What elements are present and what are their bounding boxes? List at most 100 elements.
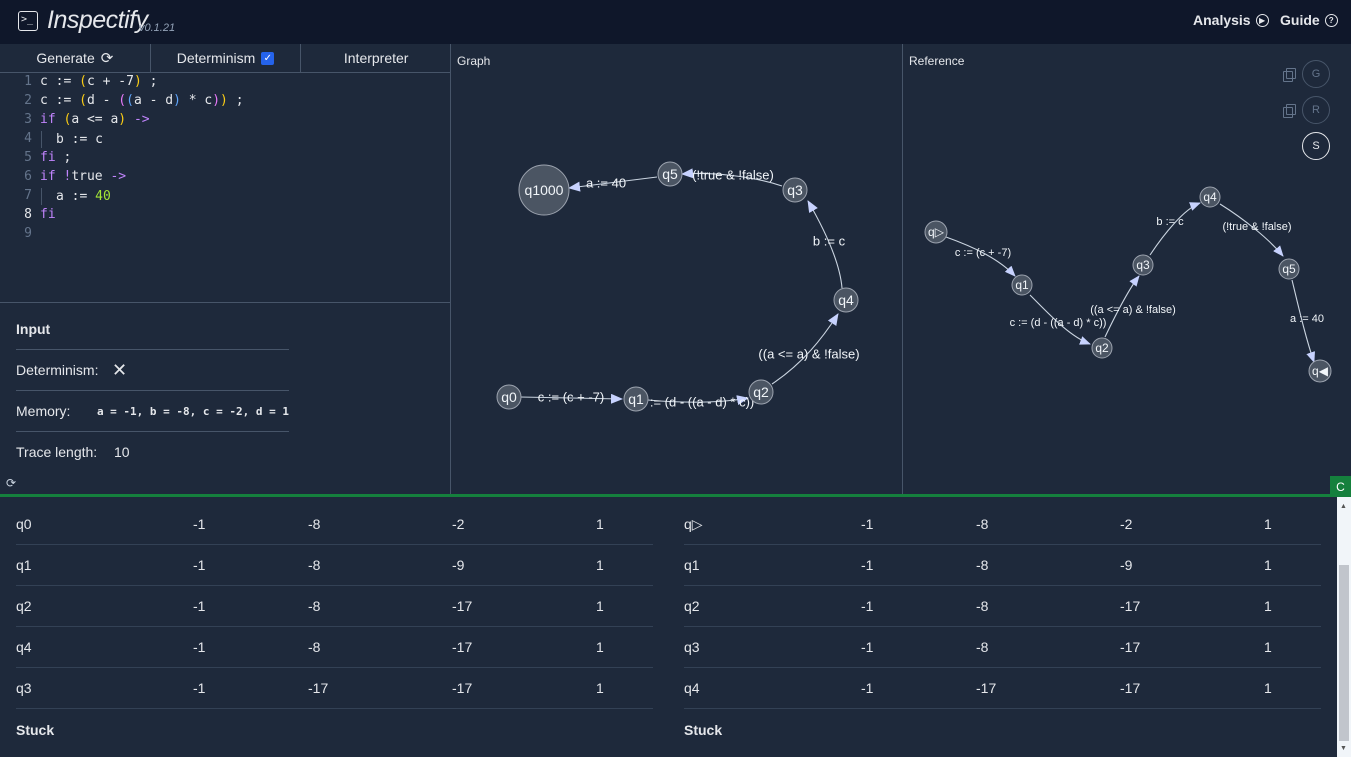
reference-edge-label: b := c [1156, 216, 1184, 228]
table-cell: -9 [452, 557, 465, 573]
table-cell: -8 [976, 557, 989, 573]
table-cell: -1 [861, 598, 874, 614]
graph-canvas[interactable]: c := (c + -7) c := (d - ((a - d) * c)) (… [452, 44, 903, 494]
help-icon: ? [1324, 13, 1338, 27]
line-number: 1 [24, 74, 32, 89]
reference-node[interactable]: q4 [1199, 186, 1221, 208]
table-cell: 1 [596, 516, 604, 532]
tab-determinism[interactable]: Determinism ✓ [151, 44, 302, 72]
reference-node[interactable]: q▷ [924, 220, 948, 244]
copy-icon[interactable] [1283, 104, 1296, 118]
table-cell: q0 [16, 516, 32, 532]
guide-label: Guide [1280, 12, 1320, 28]
table-cell: 1 [596, 639, 604, 655]
table-cell: -1 [193, 557, 206, 573]
graph-node[interactable]: q1 [623, 386, 649, 412]
determinism-checkbox[interactable]: ✓ [261, 51, 275, 65]
code-editor[interactable]: 1c := (c + -7) ; 2c := (d - ((a - d) * c… [0, 73, 450, 302]
table-cell: q3 [684, 639, 700, 655]
reference-node[interactable]: q1 [1011, 274, 1033, 296]
input-section: Input Determinism: ✕ Memory: a = -1, b =… [0, 302, 450, 494]
graph-node-label: q1 [628, 391, 644, 407]
reference-node-label: q4 [1203, 190, 1217, 204]
graph-edge-label: c := (c + -7) [538, 390, 604, 405]
reference-node[interactable]: q◀ [1308, 359, 1332, 383]
graph-node[interactable]: q5 [657, 161, 683, 187]
graph-toggle-button[interactable]: G [1302, 60, 1330, 88]
table-row: q3 -1 -17 -17 1 [16, 668, 653, 709]
table-cell: -1 [193, 598, 206, 614]
reference-node[interactable]: q2 [1091, 337, 1113, 359]
table-cell: 1 [1264, 639, 1272, 655]
table-cell: -8 [308, 639, 321, 655]
memory-label: Memory: [16, 403, 71, 419]
tab-generate[interactable]: Generate ⟳ [0, 44, 151, 72]
graph-edge-label: b := c [813, 234, 846, 249]
table-row: q1 -1 -8 -9 1 [684, 545, 1321, 586]
panel-divider[interactable] [0, 494, 1351, 497]
status-label: Stuck [684, 721, 723, 738]
line-number: 4 [24, 131, 32, 146]
code-line: 3 if (a <= a) -> [0, 112, 450, 131]
app-header: >_ Inspectify v0.1.21 Analysis ▶ Guide ? [0, 0, 1351, 44]
graph-node[interactable]: q0 [496, 384, 522, 410]
table-cell: q4 [684, 680, 700, 696]
table-cell: -17 [1120, 598, 1141, 614]
collapse-button[interactable]: C [1330, 476, 1351, 497]
reference-node[interactable]: q5 [1278, 258, 1300, 280]
table-cell: q1 [16, 557, 32, 573]
table-cell: -17 [1120, 680, 1141, 696]
table-cell: -8 [976, 598, 989, 614]
table-cell: 1 [596, 557, 604, 573]
line-number: 3 [24, 112, 32, 127]
graph-edge-label: ((a <= a) & !false) [758, 347, 859, 362]
graph-panel: Graph c := (c + -7) c := (d - ((a - d) *… [452, 44, 903, 494]
table-cell: -8 [308, 557, 321, 573]
trace-length-value[interactable]: 10 [114, 444, 130, 460]
tab-bar: Generate ⟳ Determinism ✓ Interpreter [0, 44, 451, 73]
graph-node[interactable]: q4 [833, 287, 859, 313]
trace-status: Stuck [16, 709, 653, 750]
reference-node-label: q▷ [928, 225, 945, 239]
table-row: q0 -1 -8 -2 1 [16, 504, 653, 545]
table-cell: -8 [976, 639, 989, 655]
trace-status: Stuck [684, 709, 1321, 750]
reference-node-label: q5 [1282, 262, 1296, 276]
scroll-up-icon[interactable]: ▲ [1340, 503, 1347, 510]
copy-icon[interactable] [1283, 68, 1296, 82]
tab-interpreter[interactable]: Interpreter [301, 44, 451, 72]
graph-node[interactable]: q2 [748, 379, 774, 405]
table-cell: 1 [1264, 516, 1272, 532]
guide-link[interactable]: Guide ? [1280, 12, 1338, 28]
line-number: 2 [24, 93, 32, 108]
reference-node[interactable]: q3 [1132, 254, 1154, 276]
table-cell: q▷ [684, 515, 703, 532]
tab-generate-label: Generate [36, 50, 95, 66]
side-by-side-button[interactable]: S [1302, 132, 1330, 160]
scrollbar-thumb[interactable] [1339, 565, 1349, 741]
graph-node[interactable]: q1000 [518, 164, 570, 216]
table-cell: q1 [684, 557, 700, 573]
table-cell: q2 [16, 598, 32, 614]
table-cell: -17 [452, 680, 473, 696]
terminal-icon: >_ [18, 11, 38, 31]
table-cell: q3 [16, 680, 32, 696]
graph-node-label: q3 [787, 182, 803, 198]
scroll-down-icon[interactable]: ▼ [1340, 745, 1347, 752]
table-cell: -2 [1120, 516, 1133, 532]
reload-icon[interactable]: ⟳ [6, 476, 16, 490]
trace-table-left: q0 -1 -8 -2 1 q1 -1 -8 -9 1 q2 -1 -8 -17… [16, 504, 653, 757]
table-cell: 1 [596, 680, 604, 696]
analysis-link[interactable]: Analysis ▶ [1193, 12, 1269, 28]
play-icon: ▶ [1255, 13, 1269, 27]
table-cell: 1 [1264, 557, 1272, 573]
reference-edge-label: c := (d - ((a - d) * c)) [1010, 317, 1107, 329]
app-title: Inspectify [47, 6, 148, 34]
memory-value[interactable]: a = -1, b = -8, c = -2, d = 1 [97, 405, 289, 418]
line-number: 9 [24, 226, 32, 241]
line-number: 6 [24, 169, 32, 184]
reference-toggle-button[interactable]: R [1302, 96, 1330, 124]
graph-node[interactable]: q3 [782, 177, 808, 203]
table-cell: -17 [976, 680, 997, 696]
code-line: 2c := (d - ((a - d) * c)) ; [0, 93, 450, 112]
